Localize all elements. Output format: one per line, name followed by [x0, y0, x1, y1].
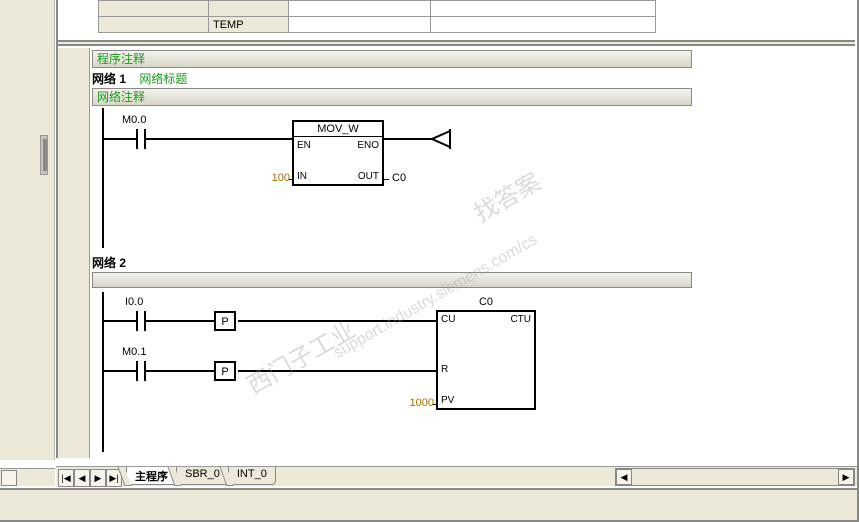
wire	[102, 320, 130, 322]
status-footer	[0, 488, 857, 520]
program-comment-text: 程序注释	[97, 52, 145, 66]
contact-m01-label: M0.1	[122, 346, 146, 358]
wire	[433, 404, 438, 405]
network-2-rung: I0.0 P M0.1 P C0 CU CTU R P	[92, 292, 642, 462]
row-header-gutter	[58, 48, 90, 458]
wire	[146, 138, 154, 140]
contact-i00-label: I0.0	[125, 296, 143, 308]
mov-out-value[interactable]: C0	[392, 172, 406, 184]
network-2-comment-bar[interactable]	[92, 272, 692, 288]
table-cell[interactable]	[431, 1, 656, 17]
wire	[102, 138, 130, 140]
edge-p-a[interactable]: P	[214, 311, 236, 331]
table-cell[interactable]	[99, 1, 209, 17]
eno-terminator-icon	[432, 129, 462, 149]
wire	[238, 320, 436, 322]
wire	[146, 370, 214, 372]
left-rail	[102, 108, 104, 248]
wire	[238, 370, 436, 372]
variable-table: TEMP	[98, 0, 656, 33]
wire	[102, 370, 130, 372]
port-in: IN	[297, 171, 307, 182]
net2-title-text: 网络 2	[92, 256, 126, 270]
mov-w-title: MOV_W	[294, 122, 382, 137]
scroll-left-button[interactable]: ◀	[616, 469, 632, 485]
wire	[128, 320, 136, 322]
wire	[384, 179, 389, 180]
contact-m00-label: M0.0	[122, 114, 146, 126]
port-en: EN	[297, 140, 311, 151]
net1-comment-text: 网络注释	[97, 90, 145, 104]
left-gutter	[0, 0, 55, 460]
corner-button[interactable]	[1, 470, 17, 486]
wire	[154, 138, 292, 140]
edge-p-b[interactable]: P	[214, 361, 236, 381]
network-1-comment-bar[interactable]: 网络注释	[92, 88, 692, 106]
mov-in-value[interactable]: 100	[268, 172, 290, 184]
nav-prev-button[interactable]: ◀	[74, 469, 90, 487]
left-rail	[102, 292, 104, 452]
horizontal-scrollbar[interactable]: ◀ ▶	[615, 468, 855, 486]
tab-int0[interactable]: INT_0	[228, 467, 276, 485]
ladder-editor[interactable]: 程序注释 网络 1 网络标题 网络注释 M0.0	[90, 48, 853, 458]
wire	[128, 370, 136, 372]
corner-nav	[0, 468, 55, 486]
port-ctu: CTU	[510, 314, 531, 325]
ctu-block[interactable]: CU CTU R PV	[436, 310, 536, 410]
wire	[128, 138, 136, 140]
network-2-title: 网络 2	[92, 254, 126, 272]
wire	[384, 138, 434, 140]
net1-subtitle[interactable]: 网络标题	[139, 72, 187, 86]
table-cell[interactable]	[289, 17, 431, 33]
mov-w-block[interactable]: MOV_W EN ENO IN OUT	[292, 120, 384, 186]
table-cell[interactable]	[209, 1, 289, 17]
counter-name: C0	[436, 296, 536, 308]
port-out: OUT	[358, 171, 379, 182]
nav-first-button[interactable]: |◀	[58, 469, 74, 487]
pv-value[interactable]: 1000	[402, 397, 434, 409]
nav-next-button[interactable]: ▶	[90, 469, 106, 487]
table-cell[interactable]	[99, 17, 209, 33]
wire	[146, 320, 214, 322]
network-1-rung: M0.0 MOV_W EN ENO IN OUT 100	[92, 108, 592, 248]
scroll-right-button[interactable]: ▶	[838, 469, 854, 485]
network-1-title: 网络 1 网络标题	[92, 70, 187, 88]
table-cell[interactable]	[431, 17, 656, 33]
port-pv: PV	[441, 395, 454, 406]
table-cell[interactable]	[289, 1, 431, 17]
table-cell[interactable]: TEMP	[209, 17, 289, 33]
program-comment-bar[interactable]: 程序注释	[92, 50, 692, 68]
wire	[289, 179, 294, 180]
editor-panel: TEMP 程序注释 网络 1 网络标题 网络注释	[56, 0, 855, 458]
port-cu: CU	[441, 314, 455, 325]
splitter-handle[interactable]	[40, 135, 48, 175]
port-r: R	[441, 364, 448, 375]
port-eno: ENO	[357, 140, 379, 151]
horizontal-splitter[interactable]	[58, 40, 855, 46]
net1-title-text: 网络 1	[92, 72, 126, 86]
